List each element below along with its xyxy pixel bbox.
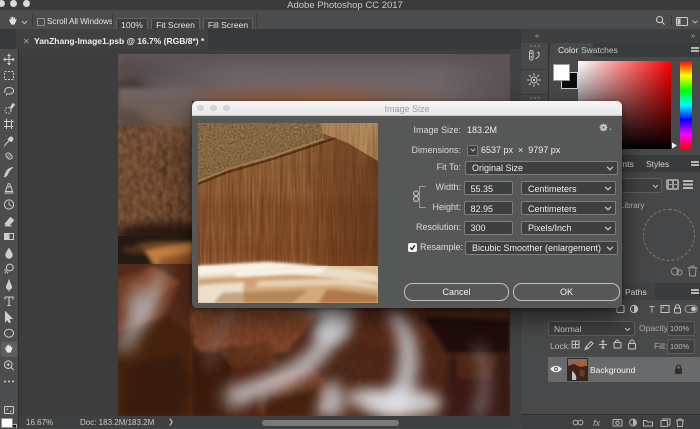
svg-text:T: T: [649, 305, 655, 315]
svg-text:fx: fx: [593, 418, 601, 427]
